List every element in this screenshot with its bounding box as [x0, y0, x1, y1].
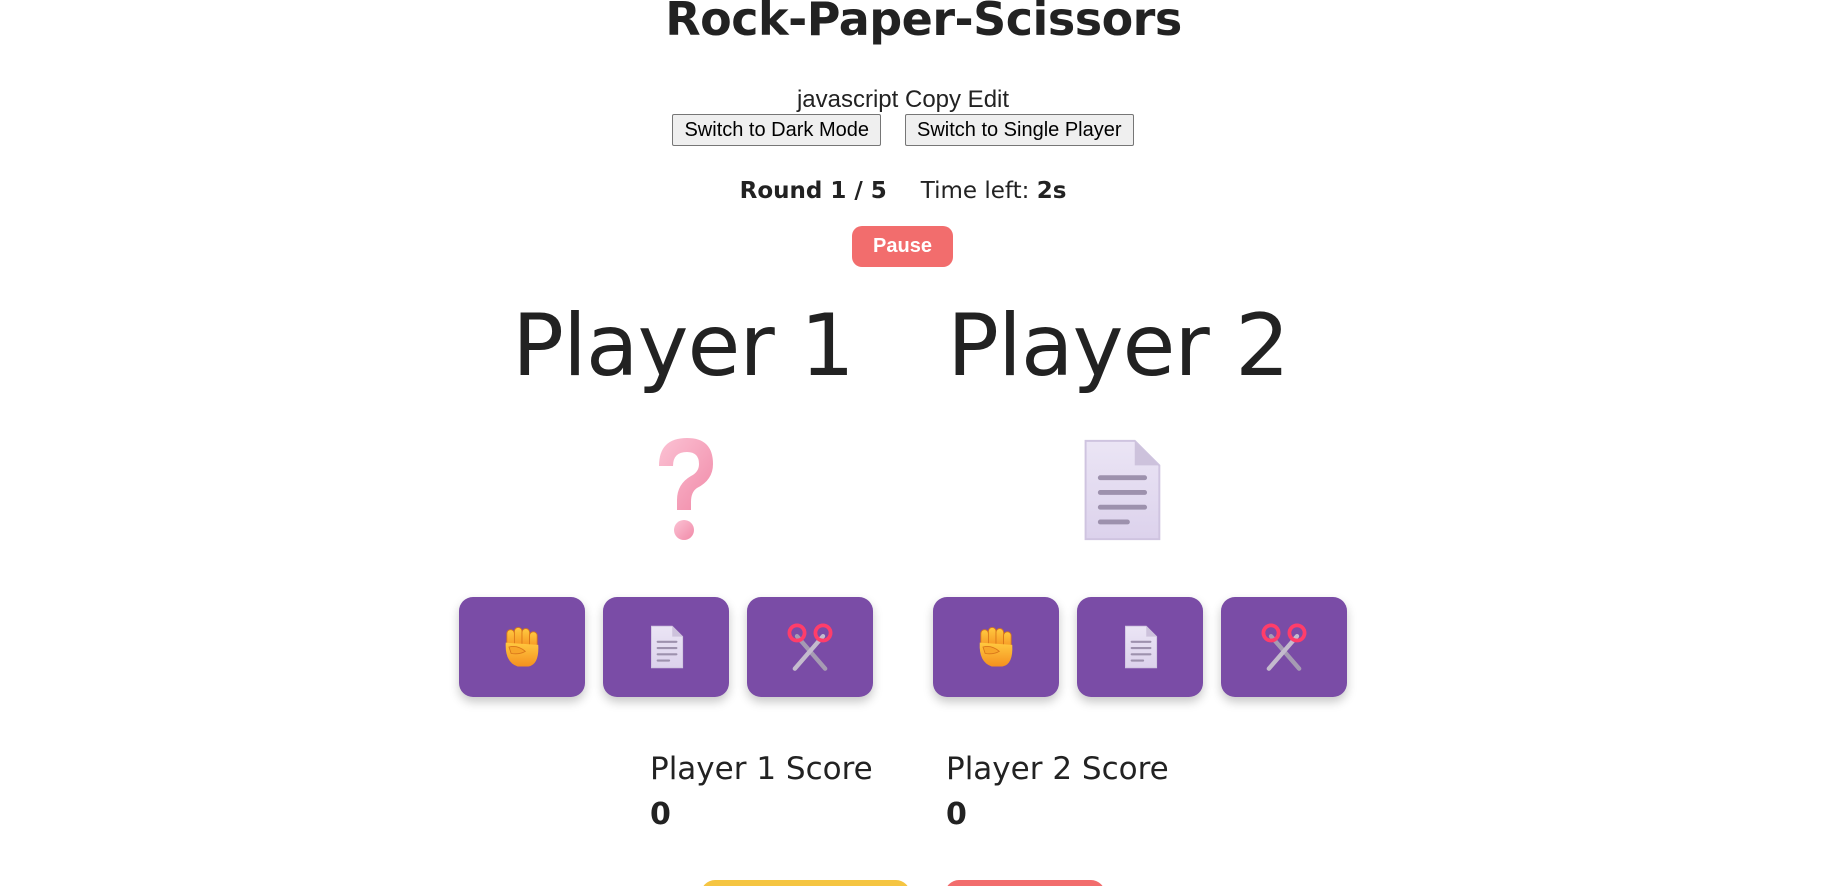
player-2-choice-display [1055, 428, 1185, 552]
player-2-rock-button[interactable] [933, 597, 1059, 697]
scissors-icon [784, 621, 836, 673]
player-1-choice-display [620, 428, 750, 552]
player-2-score-value: 0 [946, 797, 967, 832]
player-2-heading: Player 2 [947, 296, 1290, 396]
page-title: Rock-Paper-Scissors [665, 0, 1182, 46]
player-1-score-label: Player 1 Score [650, 751, 873, 787]
single-player-toggle-button[interactable]: Switch to Single Player [904, 114, 1134, 146]
bottom-right-button[interactable] [945, 880, 1105, 886]
round-counter: Round 1 / 5 [739, 178, 887, 204]
player-1-score-value: 0 [650, 797, 671, 832]
paper-document-icon [1124, 625, 1158, 669]
time-left-label: Time left: [920, 178, 1037, 204]
dark-mode-toggle-button[interactable]: Switch to Dark Mode [672, 114, 881, 146]
player-1-scissors-button[interactable] [747, 597, 873, 697]
pause-button[interactable]: Pause [852, 226, 953, 267]
player-1-heading: Player 1 [512, 296, 855, 396]
bottom-left-button[interactable] [701, 880, 910, 886]
player-2-scissors-button[interactable] [1221, 597, 1347, 697]
time-left-value: 2s [1036, 178, 1067, 204]
top-controls: Switch to Dark Mode Switch to Single Play… [0, 114, 1806, 146]
player-2-paper-button[interactable] [1077, 597, 1203, 697]
scissors-icon [1258, 621, 1310, 673]
player-1-rock-button[interactable] [459, 597, 585, 697]
paper-document-icon [1084, 439, 1161, 541]
rock-fist-icon [505, 626, 539, 668]
code-block-label: javascript Copy Edit [796, 86, 1010, 113]
round-status: Round 1 / 5 Time left: 2s [0, 178, 1806, 204]
player-1-paper-button[interactable] [603, 597, 729, 697]
paper-document-icon [650, 625, 684, 669]
rock-fist-icon [979, 626, 1013, 668]
question-mark-icon [659, 438, 713, 540]
player-2-score-label: Player 2 Score [946, 751, 1169, 787]
game-page: Rock-Paper-Scissors javascript Copy Edit… [0, 0, 1847, 886]
